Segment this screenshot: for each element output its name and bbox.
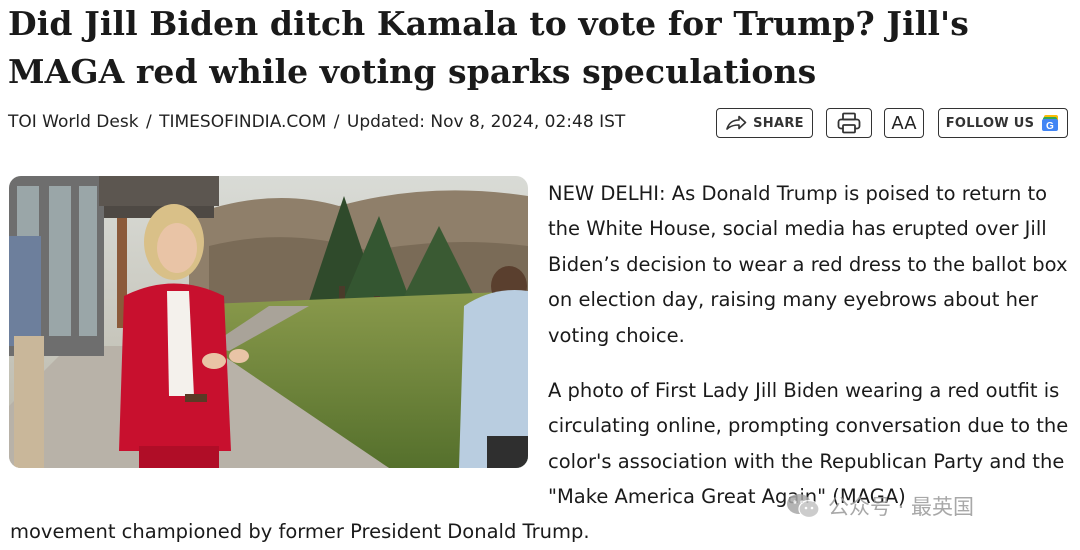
- wechat-icon: [787, 494, 820, 519]
- wechat-watermark: 公众号 · 最英国: [786, 488, 974, 524]
- font-size-label: AA: [891, 112, 917, 134]
- share-arrow-icon: [726, 115, 747, 130]
- follow-us-button[interactable]: FOLLOW US G: [938, 108, 1068, 138]
- share-button[interactable]: SHARE: [716, 108, 813, 138]
- article-paragraph-1: NEW DELHI: As Donald Trump is poised to …: [548, 182, 1068, 347]
- byline-updated: Updated: Nov 8, 2024, 02:48 IST: [346, 112, 626, 132]
- byline: TOI World Desk / TIMESOFINDIA.COM / Upda…: [8, 112, 626, 132]
- share-label: SHARE: [753, 115, 804, 131]
- svg-text:G: G: [1046, 121, 1054, 131]
- byline-row: TOI World Desk / TIMESOFINDIA.COM / Upda…: [8, 108, 1072, 140]
- article-photo: [9, 176, 528, 468]
- byline-source: TIMESOFINDIA.COM: [159, 112, 327, 132]
- headline-line-1: Did Jill Biden ditch Kamala to vote for …: [8, 4, 969, 43]
- print-button[interactable]: [826, 108, 872, 138]
- font-size-button[interactable]: AA: [884, 108, 924, 138]
- jill-biden-voting-photo: [9, 176, 528, 468]
- google-news-icon: G: [1042, 115, 1060, 132]
- article-paragraph-2-continued: movement championed by former President …: [10, 520, 590, 543]
- printer-icon: [837, 112, 861, 134]
- follow-us-label: FOLLOW US: [945, 115, 1035, 131]
- byline-author[interactable]: TOI World Desk: [8, 112, 139, 132]
- headline-line-2: MAGA red while voting sparks speculation…: [8, 52, 817, 91]
- watermark-text: 公众号 · 最英国: [828, 495, 975, 519]
- article-headline: Did Jill Biden ditch Kamala to vote for …: [8, 0, 1068, 96]
